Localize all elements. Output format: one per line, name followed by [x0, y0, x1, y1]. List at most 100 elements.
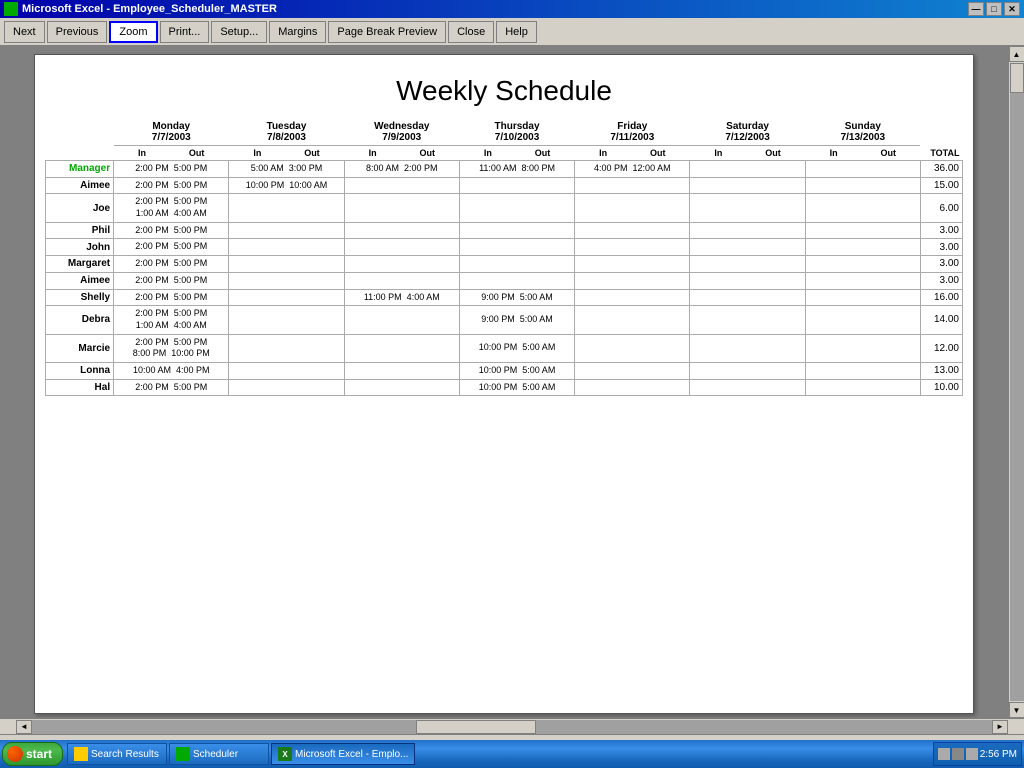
- thursday-cell: 9:00 PM 5:00 AM: [459, 289, 574, 306]
- employee-name: Debra: [46, 306, 114, 334]
- next-button[interactable]: Next: [4, 21, 45, 43]
- table-row: Joe 2:00 PM 5:00 PM1:00 AM 4:00 AM 6.00: [46, 194, 963, 222]
- thursday-cell: [459, 194, 574, 222]
- tuesday-cell: [229, 194, 344, 222]
- tuesday-cell: [229, 222, 344, 239]
- thursday-cell: 10:00 PM 5:00 AM: [459, 362, 574, 379]
- sunday-cell: [805, 177, 920, 194]
- scroll-left-button[interactable]: ◄: [16, 720, 32, 734]
- friday-cell: [575, 379, 690, 396]
- thursday-cell: 9:00 PM 5:00 AM: [459, 306, 574, 334]
- app-icon: [4, 2, 18, 16]
- margins-button[interactable]: Margins: [269, 21, 326, 43]
- taskbar-excel[interactable]: X Microsoft Excel - Emplo...: [271, 743, 415, 765]
- zoom-button[interactable]: Zoom: [109, 21, 157, 43]
- employee-name: Marcie: [46, 334, 114, 362]
- sunday-cell: [805, 239, 920, 256]
- system-tray: 2:56 PM: [933, 742, 1022, 766]
- scroll-thumb[interactable]: [1010, 63, 1024, 93]
- monday-cell: 2:00 PM 5:00 PM: [114, 379, 229, 396]
- employee-name: Margaret: [46, 256, 114, 273]
- taskbar-scheduler[interactable]: Scheduler: [169, 743, 269, 765]
- tuesday-cell: [229, 256, 344, 273]
- horizontal-scrollbar[interactable]: ◄ ►: [0, 718, 1024, 734]
- wednesday-cell: [344, 239, 459, 256]
- previous-button[interactable]: Previous: [47, 21, 108, 43]
- minimize-button[interactable]: —: [968, 2, 984, 16]
- window-title: Microsoft Excel - Employee_Scheduler_MAS…: [22, 3, 277, 15]
- thursday-cell: [459, 222, 574, 239]
- scroll-track[interactable]: [1010, 63, 1024, 701]
- page-area[interactable]: Weekly Schedule Monday 7/7/2003 Tuesday …: [0, 46, 1008, 718]
- employee-name: Phil: [46, 222, 114, 239]
- total-cell: 15.00: [920, 177, 962, 194]
- saturday-cell: [690, 334, 805, 362]
- schedule-table: Monday 7/7/2003 Tuesday 7/8/2003 Wednesd…: [45, 119, 963, 396]
- thursday-cell: [459, 272, 574, 289]
- wednesday-in-out: InOut: [344, 146, 459, 161]
- h-scroll-thumb[interactable]: [416, 720, 536, 734]
- sunday-cell: [805, 334, 920, 362]
- table-row: John 2:00 PM 5:00 PM 3.00: [46, 239, 963, 256]
- schedule-title: Weekly Schedule: [45, 75, 963, 107]
- total-cell: 12.00: [920, 334, 962, 362]
- window-controls: — □ ✕: [968, 2, 1020, 16]
- sunday-in-out: InOut: [805, 146, 920, 161]
- sunday-cell: [805, 289, 920, 306]
- day-header-row: Monday 7/7/2003 Tuesday 7/8/2003 Wednesd…: [46, 119, 963, 146]
- wednesday-cell: [344, 272, 459, 289]
- employee-name: Manager: [46, 161, 114, 178]
- print-button[interactable]: Print...: [160, 21, 210, 43]
- friday-cell: [575, 289, 690, 306]
- total-cell: 3.00: [920, 272, 962, 289]
- table-row: Aimee 2:00 PM 5:00 PM 10:00 PM 10:00 AM …: [46, 177, 963, 194]
- scroll-up-button[interactable]: ▲: [1009, 46, 1024, 62]
- friday-cell: [575, 256, 690, 273]
- total-cell: 10.00: [920, 379, 962, 396]
- h-scroll-track[interactable]: [32, 720, 992, 734]
- scroll-down-button[interactable]: ▼: [1009, 702, 1024, 718]
- total-cell: 36.00: [920, 161, 962, 178]
- sunday-cell: [805, 272, 920, 289]
- tuesday-cell: [229, 306, 344, 334]
- windows-logo: [7, 746, 23, 762]
- start-button[interactable]: start: [2, 742, 63, 766]
- saturday-cell: [690, 362, 805, 379]
- close-button[interactable]: ✕: [1004, 2, 1020, 16]
- monday-cell: 10:00 AM 4:00 PM: [114, 362, 229, 379]
- saturday-cell: [690, 256, 805, 273]
- monday-cell: 2:00 PM 5:00 PM: [114, 239, 229, 256]
- tuesday-cell: 5:00 AM 3:00 PM: [229, 161, 344, 178]
- help-button[interactable]: Help: [496, 21, 537, 43]
- friday-cell: [575, 194, 690, 222]
- tuesday-in-out: InOut: [229, 146, 344, 161]
- table-row: Manager 2:00 PM 5:00 PM 5:00 AM 3:00 PM …: [46, 161, 963, 178]
- friday-cell: [575, 177, 690, 194]
- tuesday-cell: [229, 239, 344, 256]
- sunday-header: Sunday 7/13/2003: [805, 119, 920, 146]
- total-cell: 3.00: [920, 239, 962, 256]
- setup-button[interactable]: Setup...: [211, 21, 267, 43]
- close-preview-button[interactable]: Close: [448, 21, 494, 43]
- wednesday-cell: [344, 177, 459, 194]
- tray-icon-3: [966, 748, 978, 760]
- vertical-scrollbar[interactable]: ▲ ▼: [1008, 46, 1024, 718]
- taskbar-search-results[interactable]: Search Results: [67, 743, 167, 765]
- tuesday-cell: [229, 289, 344, 306]
- monday-cell: 2:00 PM 5:00 PM8:00 PM 10:00 PM: [114, 334, 229, 362]
- taskbar-scheduler-label: Scheduler: [193, 749, 238, 760]
- wednesday-cell: [344, 194, 459, 222]
- scroll-right-button[interactable]: ►: [992, 720, 1008, 734]
- table-row: Lonna 10:00 AM 4:00 PM 10:00 PM 5:00 AM …: [46, 362, 963, 379]
- friday-cell: [575, 362, 690, 379]
- thursday-cell: 10:00 PM 5:00 AM: [459, 379, 574, 396]
- friday-cell: 4:00 PM 12:00 AM: [575, 161, 690, 178]
- thursday-cell: [459, 177, 574, 194]
- page-break-preview-button[interactable]: Page Break Preview: [328, 21, 446, 43]
- thursday-cell: 11:00 AM 8:00 PM: [459, 161, 574, 178]
- tray-icon-2: [952, 748, 964, 760]
- maximize-button[interactable]: □: [986, 2, 1002, 16]
- friday-cell: [575, 222, 690, 239]
- wednesday-cell: [344, 306, 459, 334]
- thursday-cell: 10:00 PM 5:00 AM: [459, 334, 574, 362]
